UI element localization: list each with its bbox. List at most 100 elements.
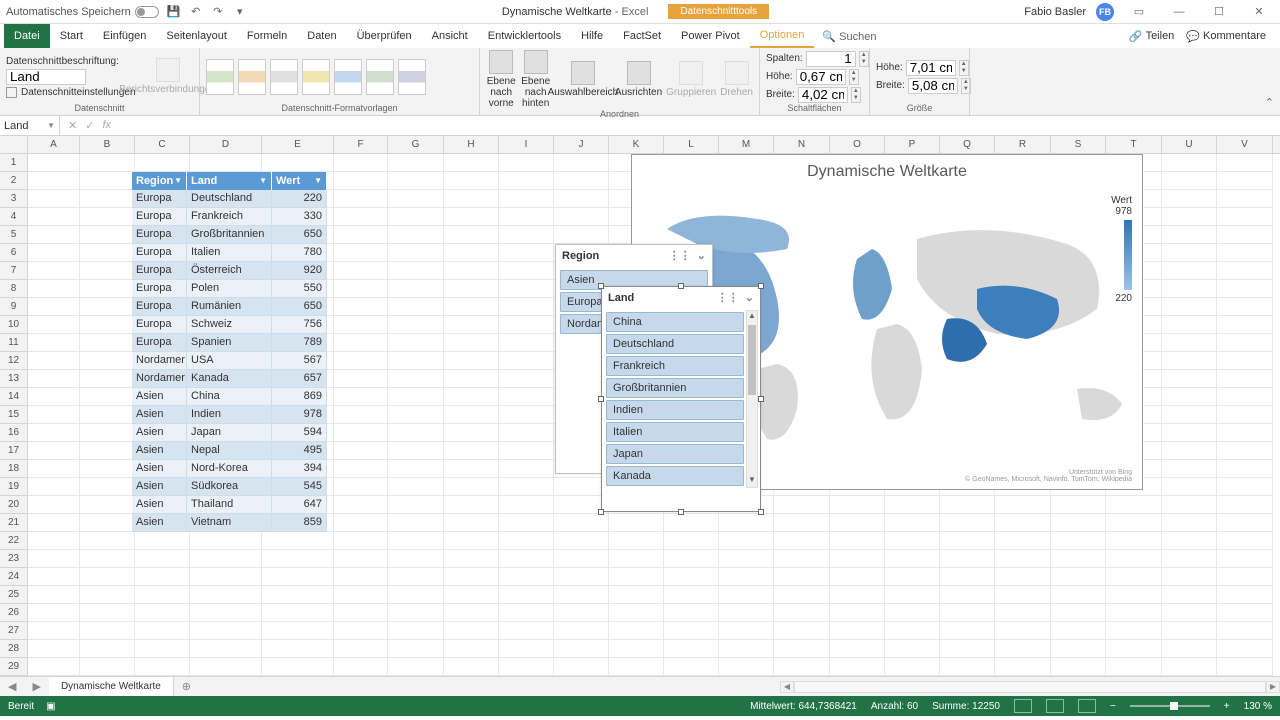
cell[interactable] bbox=[609, 640, 664, 658]
cell[interactable] bbox=[1217, 496, 1273, 514]
table-cell[interactable]: Großbritannien bbox=[187, 226, 272, 244]
cell[interactable] bbox=[554, 550, 609, 568]
cell[interactable] bbox=[80, 442, 135, 460]
share-button[interactable]: 🔗 Teilen bbox=[1129, 30, 1174, 43]
cell[interactable] bbox=[1217, 406, 1273, 424]
cell[interactable] bbox=[80, 370, 135, 388]
cell[interactable] bbox=[1051, 640, 1106, 658]
multi-select-icon[interactable]: ⋮⋮ bbox=[717, 291, 739, 304]
cell[interactable] bbox=[388, 280, 444, 298]
cell[interactable] bbox=[28, 514, 80, 532]
cell[interactable] bbox=[1217, 334, 1273, 352]
search-icon[interactable]: 🔍 Suchen bbox=[822, 30, 876, 43]
view-layout-icon[interactable] bbox=[1046, 699, 1064, 713]
cell[interactable] bbox=[334, 262, 388, 280]
cell[interactable] bbox=[499, 478, 554, 496]
cell[interactable] bbox=[499, 460, 554, 478]
cell[interactable] bbox=[609, 586, 664, 604]
cell[interactable] bbox=[28, 496, 80, 514]
tab-optionen[interactable]: Optionen bbox=[750, 24, 815, 48]
cell[interactable] bbox=[940, 514, 995, 532]
cell[interactable] bbox=[444, 496, 499, 514]
cell[interactable] bbox=[388, 406, 444, 424]
row-header[interactable]: 14 bbox=[0, 388, 28, 406]
cell[interactable] bbox=[609, 658, 664, 676]
btn-width-input[interactable] bbox=[798, 87, 848, 103]
row-header[interactable]: 23 bbox=[0, 550, 28, 568]
cell[interactable] bbox=[1217, 154, 1273, 172]
cell[interactable] bbox=[28, 586, 80, 604]
resize-handle[interactable] bbox=[758, 509, 764, 515]
table-cell[interactable]: Kanada bbox=[187, 370, 272, 388]
cell[interactable] bbox=[1162, 442, 1217, 460]
cell[interactable] bbox=[719, 550, 774, 568]
cell[interactable] bbox=[940, 532, 995, 550]
cell[interactable] bbox=[80, 352, 135, 370]
ribbon-display-icon[interactable]: ▭ bbox=[1124, 2, 1154, 22]
cell[interactable] bbox=[444, 370, 499, 388]
slicer-item[interactable]: Deutschland bbox=[606, 334, 744, 354]
minimize-icon[interactable]: — bbox=[1164, 2, 1194, 22]
cell[interactable] bbox=[444, 478, 499, 496]
undo-icon[interactable]: ↶ bbox=[189, 5, 203, 19]
cell[interactable] bbox=[388, 388, 444, 406]
row-header[interactable]: 3 bbox=[0, 190, 28, 208]
cell[interactable] bbox=[334, 316, 388, 334]
cell[interactable] bbox=[388, 568, 444, 586]
cols-input[interactable] bbox=[806, 51, 856, 67]
cell[interactable] bbox=[719, 568, 774, 586]
cell[interactable] bbox=[499, 604, 554, 622]
table-cell[interactable]: Schweiz bbox=[187, 316, 272, 334]
table-cell[interactable]: Deutschland bbox=[187, 190, 272, 208]
tab-ansicht[interactable]: Ansicht bbox=[422, 24, 478, 48]
cell[interactable] bbox=[444, 226, 499, 244]
table-cell[interactable]: 567 bbox=[272, 352, 327, 370]
btn-height-input[interactable] bbox=[796, 69, 846, 85]
cell[interactable] bbox=[554, 190, 609, 208]
cell[interactable] bbox=[334, 298, 388, 316]
row-header[interactable]: 27 bbox=[0, 622, 28, 640]
table-cell[interactable]: 550 bbox=[272, 280, 327, 298]
cell[interactable] bbox=[609, 604, 664, 622]
cell[interactable] bbox=[28, 550, 80, 568]
row-header[interactable]: 24 bbox=[0, 568, 28, 586]
cell[interactable] bbox=[554, 586, 609, 604]
cell[interactable] bbox=[719, 604, 774, 622]
cell[interactable] bbox=[334, 280, 388, 298]
cell[interactable] bbox=[1162, 496, 1217, 514]
slicer-style-swatch[interactable] bbox=[238, 59, 266, 95]
cell[interactable] bbox=[1162, 622, 1217, 640]
cell[interactable] bbox=[995, 658, 1051, 676]
table-cell[interactable]: Europa bbox=[132, 226, 187, 244]
cell[interactable] bbox=[609, 532, 664, 550]
cell[interactable] bbox=[444, 154, 499, 172]
cell[interactable] bbox=[774, 550, 830, 568]
cell[interactable] bbox=[334, 424, 388, 442]
cell[interactable] bbox=[28, 424, 80, 442]
cell[interactable] bbox=[1217, 514, 1273, 532]
cell[interactable] bbox=[444, 532, 499, 550]
col-header[interactable]: K bbox=[609, 136, 664, 153]
cell[interactable] bbox=[499, 208, 554, 226]
align-button[interactable]: Ausrichten bbox=[615, 61, 662, 98]
cell[interactable] bbox=[1217, 280, 1273, 298]
cell[interactable] bbox=[609, 568, 664, 586]
cell[interactable] bbox=[135, 154, 190, 172]
cell[interactable] bbox=[444, 298, 499, 316]
cell[interactable] bbox=[830, 550, 885, 568]
table-cell[interactable]: 330 bbox=[272, 208, 327, 226]
cell[interactable] bbox=[940, 550, 995, 568]
table-cell[interactable]: Südkorea bbox=[187, 478, 272, 496]
cell[interactable] bbox=[80, 568, 135, 586]
row-header[interactable]: 8 bbox=[0, 280, 28, 298]
cell[interactable] bbox=[664, 586, 719, 604]
cell[interactable] bbox=[499, 496, 554, 514]
cell[interactable] bbox=[388, 262, 444, 280]
cell[interactable] bbox=[28, 154, 80, 172]
table-cell[interactable]: 869 bbox=[272, 388, 327, 406]
table-cell[interactable]: 789 bbox=[272, 334, 327, 352]
table-cell[interactable]: 394 bbox=[272, 460, 327, 478]
col-header[interactable]: T bbox=[1106, 136, 1162, 153]
table-cell[interactable]: 756 bbox=[272, 316, 327, 334]
cell[interactable] bbox=[28, 208, 80, 226]
